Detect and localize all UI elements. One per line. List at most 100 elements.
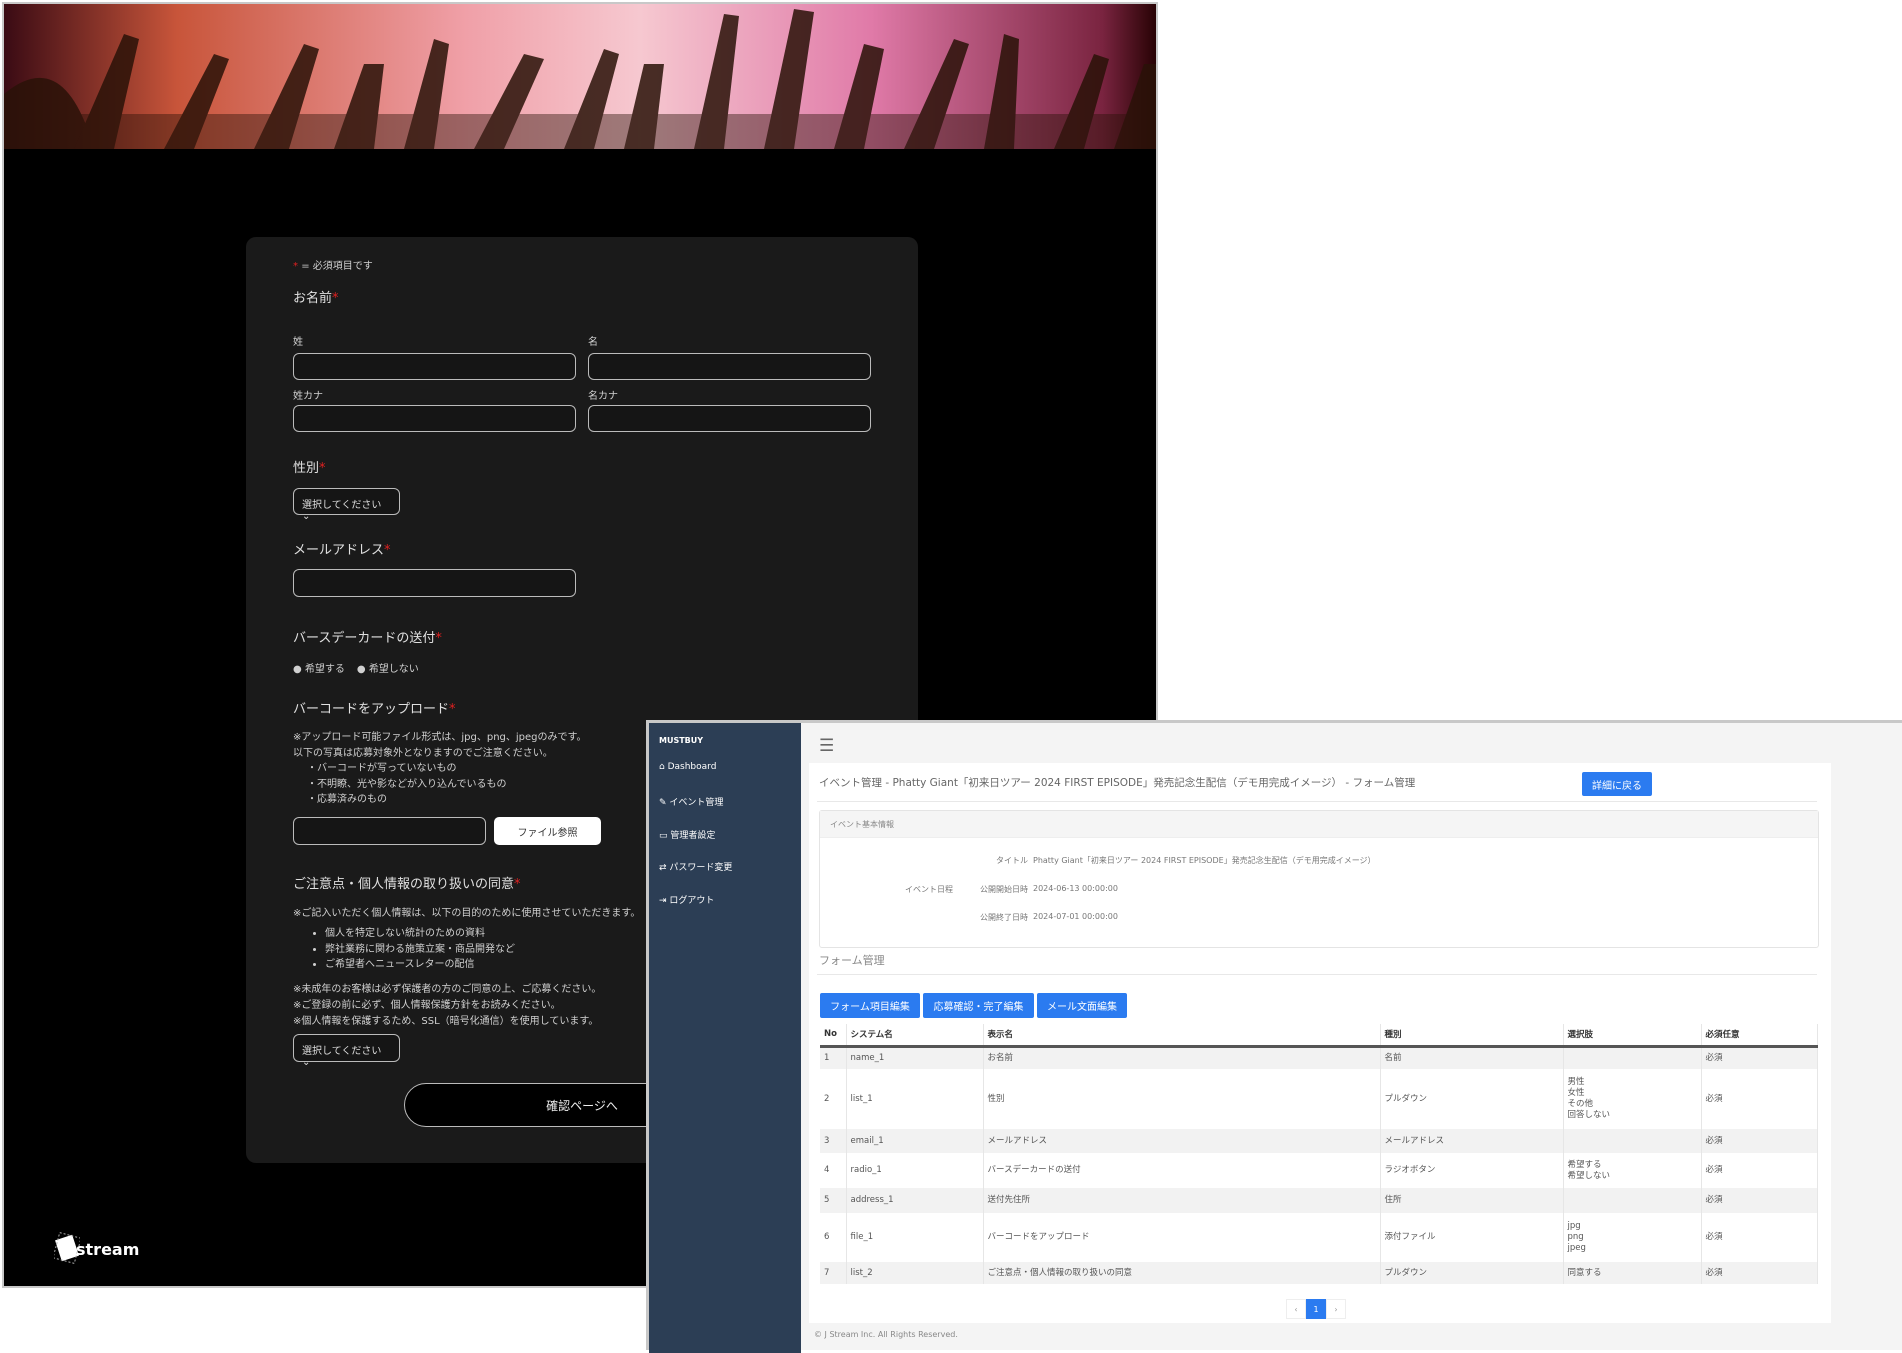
cell-type: プルダウン — [1380, 1262, 1564, 1284]
event-info-header: イベント基本情報 — [820, 811, 1818, 838]
sidebar-label: イベント管理 — [669, 798, 724, 808]
email-input[interactable] — [293, 569, 576, 597]
table-row: 7 list_2 ご注意点・個人情報の取り扱いの同意 プルダウン 同意する 必須 — [820, 1262, 1818, 1284]
column-header: システム名 — [846, 1024, 984, 1048]
pagination-page-1[interactable]: 1 — [1306, 1299, 1326, 1319]
sidebar: MUSTBUY ⌂ Dashboard ✎ イベント管理 ▭ 管理者設定 ⇄ パ… — [649, 723, 801, 1353]
cell-disp: 送付先住所 — [983, 1188, 1381, 1213]
column-header: 必須任意 — [1701, 1024, 1818, 1048]
edit-confirm-complete-button[interactable]: 応募確認・完了編集 — [923, 993, 1034, 1018]
cell-req: 必須 — [1701, 1046, 1818, 1069]
hamburger-menu-icon[interactable]: ☰ — [819, 736, 834, 756]
cell-req: 必須 — [1701, 1188, 1818, 1213]
chevron-down-icon: ⌄ — [302, 511, 311, 522]
cell-disp: メールアドレス — [983, 1129, 1381, 1153]
concert-banner-image — [4, 4, 1156, 149]
footer-copyright: © J Stream Inc. All Rights Reserved. — [814, 1330, 958, 1339]
name-label: お名前 — [293, 291, 333, 306]
cell-no: 2 — [820, 1069, 847, 1129]
cell-no: 3 — [820, 1129, 847, 1153]
radio-no[interactable]: ● 希望しない — [357, 660, 419, 675]
last-kana-label: 姓カナ — [293, 391, 323, 402]
back-to-details-button[interactable]: 詳細に戻る — [1582, 772, 1652, 796]
last-name-label: 姓 — [293, 337, 303, 348]
first-kana-input[interactable] — [588, 405, 871, 432]
column-header: 種別 — [1380, 1024, 1564, 1048]
cell-type: 添付ファイル — [1380, 1213, 1564, 1262]
sidebar-item-dashboard[interactable]: ⌂ Dashboard — [659, 762, 716, 772]
cell-sys: email_1 — [846, 1129, 984, 1153]
note-line: ・応募済みのもの — [307, 794, 387, 805]
file-input[interactable] — [293, 817, 486, 845]
pagination-prev[interactable]: ‹ — [1286, 1299, 1306, 1319]
file-browse-button[interactable]: ファイル参照 — [494, 817, 601, 845]
first-name-input[interactable] — [588, 353, 871, 380]
schedule-label: イベント日程 — [905, 885, 953, 894]
title-value: Phatty Giant「初来日ツアー 2024 FIRST EPISODE」発… — [1033, 856, 1376, 865]
gender-select-value: 選択してください — [302, 500, 382, 511]
end-label: 公開終了日時 — [980, 913, 1028, 922]
cell-sys: name_1 — [846, 1046, 984, 1069]
consent-select[interactable]: 選択してください ⌄ — [293, 1034, 400, 1068]
cell-sys: list_1 — [846, 1069, 984, 1129]
page-title: イベント管理 - Phatty Giant「初来日ツアー 2024 FIRST … — [819, 777, 1416, 789]
cell-req: 必須 — [1701, 1129, 1818, 1153]
logout-icon: ⇥ — [659, 896, 667, 906]
cell-sys: address_1 — [846, 1188, 984, 1213]
radio-yes[interactable]: ● 希望する — [293, 660, 345, 675]
consent-select-value: 選択してください — [302, 1046, 382, 1057]
cell-opts — [1563, 1046, 1702, 1069]
pagination-next[interactable]: › — [1326, 1299, 1346, 1319]
sidebar-item-logout[interactable]: ⇥ ログアウト — [659, 893, 714, 906]
cell-opts: jpg png jpeg — [1563, 1213, 1702, 1262]
cell-req: 必須 — [1701, 1262, 1818, 1284]
consent-label: ご注意点・個人情報の取り扱いの同意 — [293, 877, 515, 892]
sidebar-item-admin-settings[interactable]: ▭ 管理者設定 — [659, 828, 715, 841]
last-kana-input[interactable] — [293, 405, 576, 432]
consent-note: ※ご登録の前に必ず、個人情報保護方針をお読みください。 — [293, 1000, 561, 1011]
cell-type: 名前 — [1380, 1046, 1564, 1069]
last-name-input[interactable] — [293, 353, 576, 380]
cell-opts — [1563, 1129, 1702, 1153]
gender-label: 性別 — [293, 461, 320, 476]
consent-bullet: 個人を特定しない統計のための資料 — [325, 926, 515, 942]
column-header: 表示名 — [983, 1024, 1381, 1048]
required-mark: * — [449, 702, 456, 717]
home-icon: ⌂ — [659, 762, 665, 772]
form-section-title: フォーム管理 — [819, 954, 885, 967]
radio-yes-label: 希望する — [304, 664, 345, 675]
edit-form-items-button[interactable]: フォーム項目編集 — [820, 993, 920, 1018]
required-mark: * — [319, 461, 326, 476]
consent-intro: ※ご記入いただく個人情報は、以下の目的のために使用させていただきます。 — [293, 908, 641, 919]
email-label: メールアドレス — [293, 543, 385, 558]
edit-mail-button[interactable]: メール文面編集 — [1037, 993, 1127, 1018]
sidebar-item-events[interactable]: ✎ イベント管理 — [659, 795, 723, 808]
sidebar-item-password[interactable]: ⇄ パスワード変更 — [659, 860, 732, 873]
start-label: 公開開始日時 — [980, 885, 1028, 894]
consent-bullet: ご希望者へニュースレターの配信 — [325, 957, 515, 973]
cell-req: 必須 — [1701, 1213, 1818, 1262]
sidebar-label: ログアウト — [669, 896, 715, 906]
cell-req: 必須 — [1701, 1153, 1818, 1188]
cell-opts: 男性 女性 その他 回答しない — [1563, 1069, 1702, 1129]
cell-no: 7 — [820, 1262, 847, 1284]
first-name-label: 名 — [588, 337, 598, 348]
note-line: ※アップロード可能ファイル形式は、jpg、png、jpegのみです。 — [293, 732, 587, 743]
cell-no: 5 — [820, 1188, 847, 1213]
cell-type: プルダウン — [1380, 1069, 1564, 1129]
cell-opts: 同意する — [1563, 1262, 1702, 1284]
cell-type: メールアドレス — [1380, 1129, 1564, 1153]
chevron-down-icon: ⌄ — [302, 1057, 311, 1068]
birthday-label: バースデーカードの送付 — [293, 631, 436, 646]
consent-note: ※未成年のお客様は必ず保護者の方のご同意の上、ご応募ください。 — [293, 984, 602, 995]
cell-sys: file_1 — [846, 1213, 984, 1262]
barcode-label: バーコードをアップロード — [293, 702, 450, 717]
table-row: 6 file_1 バーコードをアップロード 添付ファイル jpg png jpeg 必須 — [820, 1213, 1818, 1262]
gender-select[interactable]: 選択してください ⌄ — [293, 488, 400, 522]
cell-opts — [1563, 1188, 1702, 1213]
cell-disp: ご注意点・個人情報の取り扱いの同意 — [983, 1262, 1381, 1284]
pagination: ‹ 1 › — [1286, 1299, 1346, 1319]
cell-no: 6 — [820, 1213, 847, 1262]
table-row: 3 email_1 メールアドレス メールアドレス 必須 — [820, 1129, 1818, 1153]
barcode-notes: ※アップロード可能ファイル形式は、jpg、png、jpegのみです。 以下の写真… — [293, 730, 587, 808]
